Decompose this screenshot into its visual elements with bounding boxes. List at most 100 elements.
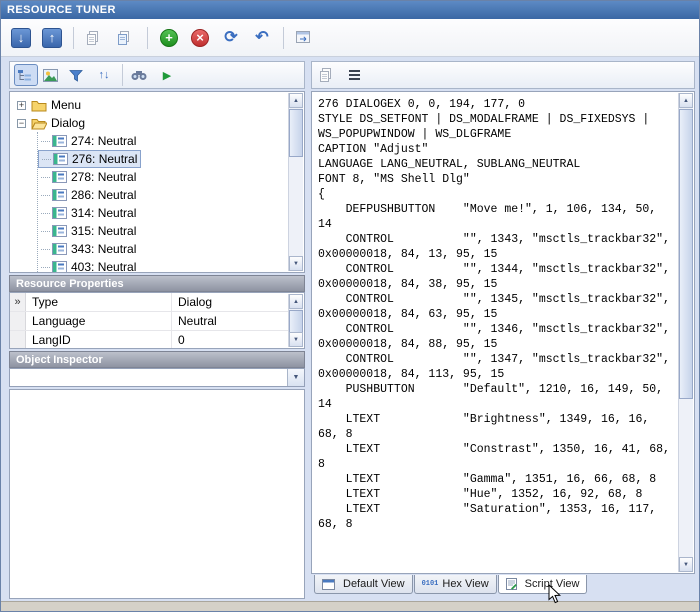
property-value[interactable]: Dialog [172,295,289,309]
script-scrollbar[interactable]: ▲ ▼ [678,93,693,572]
dialog-view-icon [322,578,335,590]
scroll-thumb[interactable] [679,109,693,399]
tree-item-315[interactable]: 315: Neutral [38,222,139,240]
goto-resource-button[interactable]: ▶ [155,64,179,86]
tree-item-label: 315: Neutral [71,224,137,238]
row-gutter [10,312,26,330]
down-arrow-icon: ↓ [11,27,31,48]
copy-script-button[interactable] [316,64,340,86]
resource-tree-panel: + Menu − Dialog 274: Neutral 276: Neutra… [9,91,305,273]
scroll-up-icon[interactable]: ▲ [289,93,303,108]
filter-button[interactable] [66,64,90,86]
toolbar-separator [283,26,284,49]
sort-icon: ↑↓ [98,69,110,81]
object-inspector-combo[interactable]: ▼ [9,368,305,387]
dialog-resource-icon [52,135,67,147]
copy-icon [85,30,101,46]
refresh-button[interactable]: ⟳ [217,24,245,52]
tree-item-menu[interactable]: + Menu [14,96,81,114]
tree-item-276[interactable]: 276: Neutral [38,150,142,168]
tree-item-278[interactable]: 278: Neutral [38,168,139,186]
property-row-langid[interactable]: LangID 0 [10,331,289,348]
collapse-icon[interactable]: − [17,118,26,128]
copy-button[interactable] [81,24,109,52]
duplicate-icon [116,30,132,46]
tree-item-403[interactable]: 403: Neutral [38,258,139,273]
window-title: RESOURCE TUNER [7,4,116,16]
tab-default-view[interactable]: Default View [314,575,413,594]
scroll-up-icon[interactable]: ▲ [679,93,693,108]
dialog-resource-icon [52,261,67,272]
tree-item-label: 286: Neutral [71,188,137,202]
copy-icon [318,67,334,83]
script-toolbar [311,61,695,89]
delete-resource-button[interactable]: × [186,24,214,52]
status-strip [1,601,699,611]
property-value[interactable]: 0 [172,333,289,347]
tree-item-dialog[interactable]: − Dialog [14,114,85,132]
expand-icon[interactable]: + [17,100,26,110]
tab-label: Hex View [442,578,489,590]
toolbar-separator [147,26,148,49]
scroll-down-icon[interactable]: ▼ [289,256,303,271]
resource-editor-button[interactable] [291,24,319,52]
view-options-button[interactable] [342,64,366,86]
load-resource-button[interactable]: ↑ [38,24,66,52]
scroll-thumb[interactable] [289,109,303,157]
tree-item-label: 278: Neutral [71,170,137,184]
dialog-resource-icon [52,171,67,183]
binoculars-icon [131,69,147,81]
tree-item-274[interactable]: 274: Neutral [38,132,139,150]
object-inspector-header: Object Inspector [9,351,305,368]
toolbar-separator [73,26,74,49]
tree-item-label: 343: Neutral [71,242,137,256]
tree-toolbar: ↑↓ ▶ [9,61,305,89]
add-icon: + [160,28,178,47]
section-title: Object Inspector [16,353,103,366]
duplicate-button[interactable] [112,24,140,52]
tree-item-label: 274: Neutral [71,134,137,148]
script-text[interactable]: 276 DIALOGEX 0, 0, 194, 177, 0 STYLE DS_… [318,97,676,532]
list-icon [348,68,360,82]
dialog-resource-icon [52,207,67,219]
open-folder-icon [31,117,47,130]
scroll-down-icon[interactable]: ▼ [679,557,693,572]
dialog-resource-icon [52,243,67,255]
resource-properties-table: » Type Dialog Language Neutral LangID 0 … [9,292,305,349]
script-page-icon [505,578,517,590]
tree-scrollbar[interactable]: ▲ ▼ [288,93,303,271]
dropdown-icon[interactable]: ▼ [287,369,304,386]
tree-item-286[interactable]: 286: Neutral [38,186,139,204]
tab-label: Default View [343,578,405,590]
image-view-button[interactable] [40,64,64,86]
filter-icon [69,69,83,82]
add-resource-button[interactable]: + [155,24,183,52]
save-resource-button[interactable]: ↓ [7,24,35,52]
property-value[interactable]: Neutral [172,314,289,328]
undo-button[interactable]: ↶ [248,24,276,52]
tree-view-icon [17,69,32,82]
scroll-up-icon[interactable]: ▲ [289,294,303,309]
view-tabs: Default View 0101 Hex View Script View [311,575,695,598]
property-row-type[interactable]: » Type Dialog [10,293,289,312]
property-row-language[interactable]: Language Neutral [10,312,289,331]
property-name: LangID [26,331,172,348]
tree-view-button[interactable] [14,64,38,86]
scroll-down-icon[interactable]: ▼ [289,332,303,347]
scroll-thumb[interactable] [289,310,303,333]
sort-button[interactable]: ↑↓ [92,64,116,86]
folder-icon [31,99,47,112]
tree-item-314[interactable]: 314: Neutral [38,204,139,222]
hex-icon: 0101 [421,580,439,588]
dialog-resource-icon [53,153,68,165]
tab-hex-view[interactable]: 0101 Hex View [413,575,497,594]
properties-scrollbar[interactable]: ▲ ▼ [288,294,303,347]
tree-item-label: 403: Neutral [71,260,137,273]
search-button[interactable] [129,64,153,86]
tree-item-343[interactable]: 343: Neutral [38,240,139,258]
toolbar-separator [122,64,123,86]
tab-script-view[interactable]: Script View [497,575,588,594]
object-inspector-body [9,389,305,599]
tree-item-label: 314: Neutral [71,206,137,220]
script-view-panel: 276 DIALOGEX 0, 0, 194, 177, 0 STYLE DS_… [311,91,695,574]
